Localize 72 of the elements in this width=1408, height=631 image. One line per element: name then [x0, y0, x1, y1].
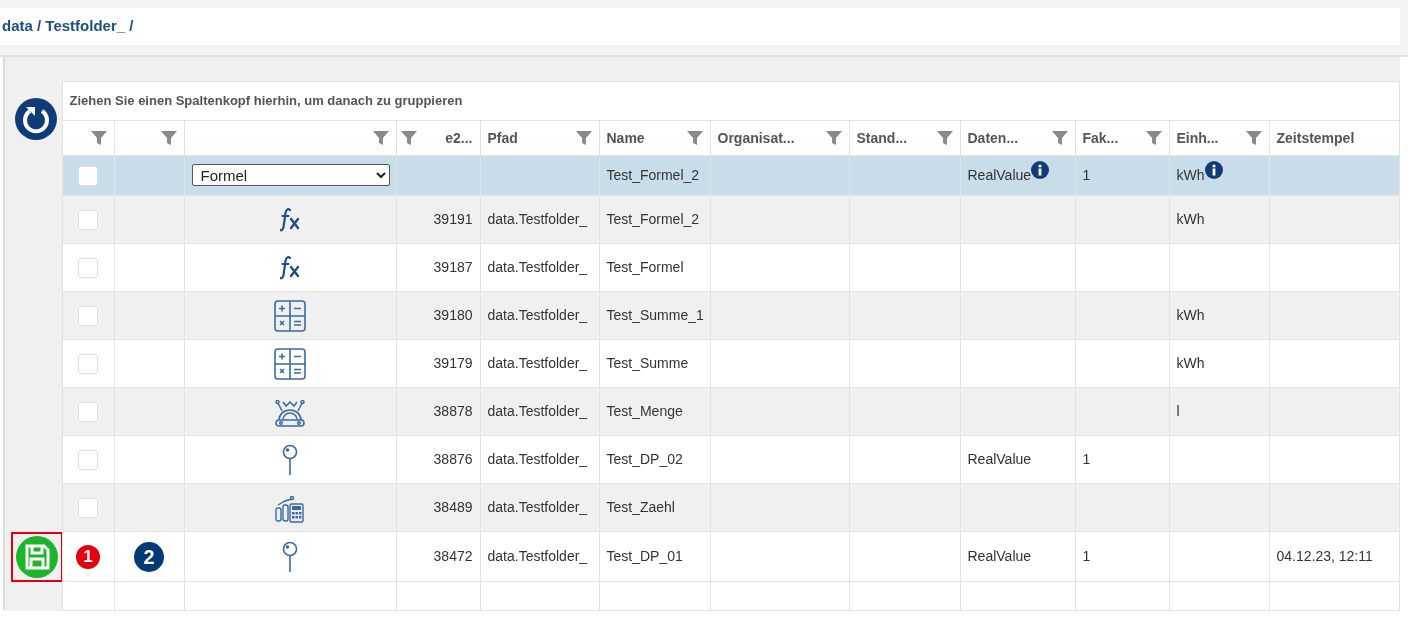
pin-icon [282, 443, 298, 476]
row-checkbox[interactable] [78, 258, 98, 279]
path-cell: data.Testfolder_ [487, 548, 588, 564]
datatype-cell: RealValue [967, 548, 1032, 564]
path-cell: data.Testfolder_ [487, 259, 588, 275]
id-cell: 39187 [433, 259, 473, 275]
calculator-icon [274, 347, 306, 380]
formula-icon [280, 206, 300, 233]
filter-icon[interactable] [686, 130, 703, 146]
path-cell: data.Testfolder_ [487, 451, 588, 467]
name-cell: Test_Formel [606, 259, 684, 275]
pin-icon [282, 540, 298, 573]
type-select[interactable]: Formel [191, 164, 390, 187]
filter-icon[interactable] [825, 130, 842, 146]
path-cell: data.Testfolder_ [487, 403, 588, 419]
filter-icon[interactable] [90, 130, 107, 146]
id-cell: 38472 [433, 548, 473, 564]
name-cell: Test_Zaehl [606, 499, 675, 515]
row-checkbox[interactable] [78, 306, 98, 327]
step-marker: 2 [134, 541, 164, 572]
row-checkbox[interactable] [78, 210, 98, 231]
unit-cell: l [1176, 403, 1180, 419]
filter-icon[interactable] [936, 130, 953, 146]
filter-icon[interactable] [575, 130, 592, 146]
column-header[interactable]: Pfad [487, 127, 518, 149]
formula-icon [280, 254, 300, 281]
name-cell: Test_DP_01 [606, 548, 683, 564]
filter-icon[interactable] [372, 130, 389, 146]
row-checkbox[interactable] [78, 354, 98, 375]
timestamp-cell: 04.12.23, 12:11 [1276, 548, 1373, 564]
id-cell: 38878 [433, 403, 473, 419]
name-cell: Test_Formel_2 [606, 211, 700, 227]
datatype-cell: RealValue [967, 167, 1032, 183]
breadcrumb[interactable]: data / Testfolder_ / [0, 15, 134, 38]
path-cell: data.Testfolder_ [487, 355, 588, 371]
row-checkbox[interactable] [78, 166, 98, 187]
unit-cell: kWh [1176, 167, 1205, 183]
id-cell: 39179 [433, 355, 473, 371]
unit-cell: kWh [1176, 211, 1205, 227]
datatype-cell: RealValue [967, 451, 1032, 467]
factor-cell: 1 [1082, 548, 1091, 564]
info-icon[interactable] [1031, 161, 1050, 179]
name-cell: Test_Summe_1 [606, 307, 704, 323]
path-cell: data.Testfolder_ [487, 211, 588, 227]
name-cell: Test_Formel_2 [606, 167, 700, 183]
refresh-button[interactable] [15, 97, 57, 140]
filter-icon[interactable] [1245, 130, 1262, 146]
unit-cell: kWh [1176, 355, 1205, 371]
id-cell: 39191 [433, 211, 473, 227]
id-cell: 39180 [433, 307, 473, 323]
filter-icon[interactable] [1145, 130, 1162, 146]
step-marker: 1 [76, 544, 100, 569]
factor-cell: 1 [1082, 451, 1091, 467]
group-hint: Ziehen Sie einen Spaltenkopf hierhin, um danach zu gruppieren [69, 93, 463, 109]
name-cell: Test_DP_02 [606, 451, 683, 467]
edit-row[interactable]: Formel Test_Formel_2 RealValue 1 kWh [5, 155, 1400, 196]
filter-icon[interactable] [1051, 130, 1068, 146]
unit-cell: kWh [1176, 307, 1205, 323]
row-checkbox[interactable] [78, 450, 98, 471]
id-cell: 38876 [433, 451, 473, 467]
name-cell: Test_Summe [606, 355, 689, 371]
calculator-icon [274, 299, 306, 332]
name-cell: Test_Menge [606, 403, 683, 419]
factor-cell: 1 [1082, 167, 1091, 183]
path-cell: data.Testfolder_ [487, 499, 588, 515]
filter-icon[interactable] [401, 130, 418, 146]
path-cell: data.Testfolder_ [487, 307, 588, 323]
row-checkbox[interactable] [78, 498, 98, 519]
filter-icon[interactable] [160, 130, 177, 146]
row-checkbox[interactable] [78, 402, 98, 423]
info-icon[interactable] [1204, 161, 1223, 179]
id-cell: 38489 [433, 499, 473, 515]
